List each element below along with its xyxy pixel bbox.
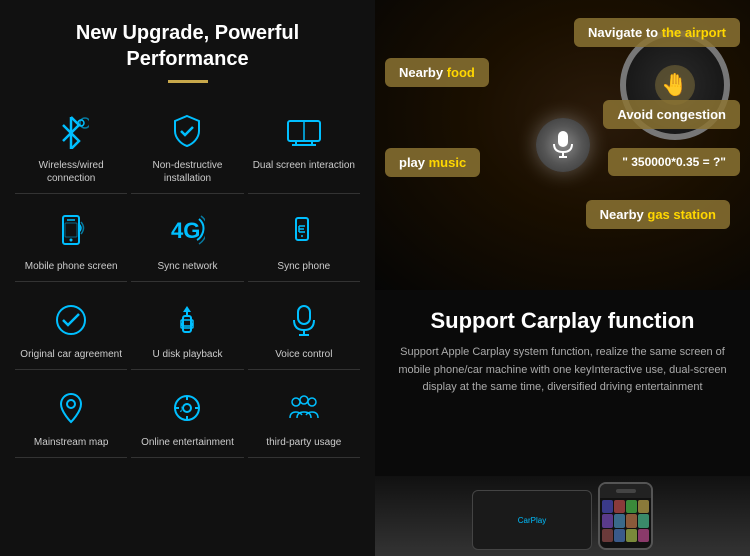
feature-label-syncphone: Sync phone — [277, 260, 330, 273]
feature-label-shield: Non-destructive installation — [135, 159, 239, 185]
feature-screen: Dual screen interaction — [248, 101, 360, 194]
app-9 — [602, 529, 613, 542]
svg-text:4G: 4G — [171, 218, 200, 243]
map-icon — [49, 386, 93, 430]
feature-voice: Voice control — [248, 290, 360, 370]
bubble-avoid-text: Avoid congestion — [617, 107, 726, 122]
feature-label-screen: Dual screen interaction — [253, 159, 355, 172]
bubble-gas: Nearby gas station — [586, 200, 730, 229]
feature-label-map: Mainstream map — [34, 436, 108, 449]
entertainment-icon: ♪ — [165, 386, 209, 430]
left-panel: New Upgrade, Powerful Performance Wirele… — [0, 0, 375, 556]
carplay-title: Support Carplay function — [395, 308, 730, 334]
app-6 — [614, 514, 625, 527]
app-5 — [602, 514, 613, 527]
check-icon — [49, 298, 93, 342]
feature-label-phone: Mobile phone screen — [25, 260, 118, 273]
bubble-food-highlight: food — [447, 65, 475, 80]
feature-entertainment: ♪ Online entertainment — [131, 378, 243, 458]
feature-syncphone: Sync phone — [248, 202, 360, 282]
feature-map: Mainstream map — [15, 378, 127, 458]
shield-icon — [165, 109, 209, 153]
feature-label-bluetooth: Wireless/wired connection — [19, 159, 123, 185]
feature-label-voice: Voice control — [275, 348, 332, 361]
app-4 — [638, 500, 649, 513]
carplay-description: Support Apple Carplay system function, r… — [395, 344, 730, 397]
bluetooth-icon — [49, 109, 93, 153]
phone-screen — [600, 498, 651, 544]
feature-label-4g: Sync network — [157, 260, 217, 273]
bubble-food-text: Nearby — [399, 65, 447, 80]
feature-shield: Non-destructive installation — [131, 101, 243, 194]
phone-speaker — [616, 489, 636, 493]
usb-icon — [165, 298, 209, 342]
4g-icon: 4G — [165, 210, 209, 254]
bubble-play-text: play — [399, 155, 429, 170]
phone-device — [598, 482, 653, 550]
bubble-play: play music — [385, 148, 480, 177]
app-3 — [626, 500, 637, 513]
feature-label-check: Original car agreement — [20, 348, 122, 361]
feature-phone: Mobile phone screen — [15, 202, 127, 282]
app-2 — [614, 500, 625, 513]
mic-center-button[interactable] — [536, 118, 590, 172]
thirdparty-icon — [282, 386, 326, 430]
bubble-navigate: Navigate to the airport — [574, 18, 740, 47]
bubble-navigate-text: Navigate to — [588, 25, 662, 40]
feature-label-usb: U disk playback — [152, 348, 222, 361]
car-image-area: 🤚 Navigate to the airport Nearby food Av… — [375, 0, 750, 290]
phone-top — [600, 484, 651, 498]
syncphone-icon — [282, 210, 326, 254]
right-panel: 🤚 Navigate to the airport Nearby food Av… — [375, 0, 750, 556]
bubble-gas-highlight: gas station — [647, 207, 716, 222]
title-underline — [168, 80, 208, 83]
bubble-play-highlight: music — [429, 155, 467, 170]
feature-bluetooth: Wireless/wired connection — [15, 101, 127, 194]
app-8 — [638, 514, 649, 527]
feature-label-thirdparty: third-party usage — [266, 436, 341, 449]
screen-icon — [282, 109, 326, 153]
carplay-footer: CarPlay — [375, 476, 750, 556]
main-title: New Upgrade, Powerful Performance — [15, 20, 360, 72]
dashboard-area: CarPlay — [467, 477, 658, 555]
app-7 — [626, 514, 637, 527]
mic-icon — [282, 298, 326, 342]
feature-label-entertainment: Online entertainment — [141, 436, 234, 449]
carplay-section: Support Carplay function Support Apple C… — [375, 290, 750, 409]
car-display: CarPlay — [472, 490, 592, 550]
app-1 — [602, 500, 613, 513]
feature-4g: 4G Sync network — [131, 202, 243, 282]
app-10 — [614, 529, 625, 542]
svg-text:♪: ♪ — [179, 404, 184, 415]
bubble-avoid: Avoid congestion — [603, 100, 740, 129]
feature-usb: U disk playback — [131, 290, 243, 370]
features-grid: Wireless/wired connection Non-destructiv… — [15, 101, 360, 458]
hand-on-wheel: 🤚 — [655, 65, 695, 105]
car-display-label: CarPlay — [518, 516, 546, 525]
app-12 — [638, 529, 649, 542]
bubble-navigate-highlight: the airport — [662, 25, 726, 40]
app-11 — [626, 529, 637, 542]
phone-icon — [49, 210, 93, 254]
bubble-food: Nearby food — [385, 58, 489, 87]
bubble-gas-text: Nearby — [600, 207, 648, 222]
feature-check: Original car agreement — [15, 290, 127, 370]
bubble-calc-text: " 350000*0.35 = ?" — [622, 155, 726, 169]
feature-thirdparty: third-party usage — [248, 378, 360, 458]
bubble-calc: " 350000*0.35 = ?" — [608, 148, 740, 176]
